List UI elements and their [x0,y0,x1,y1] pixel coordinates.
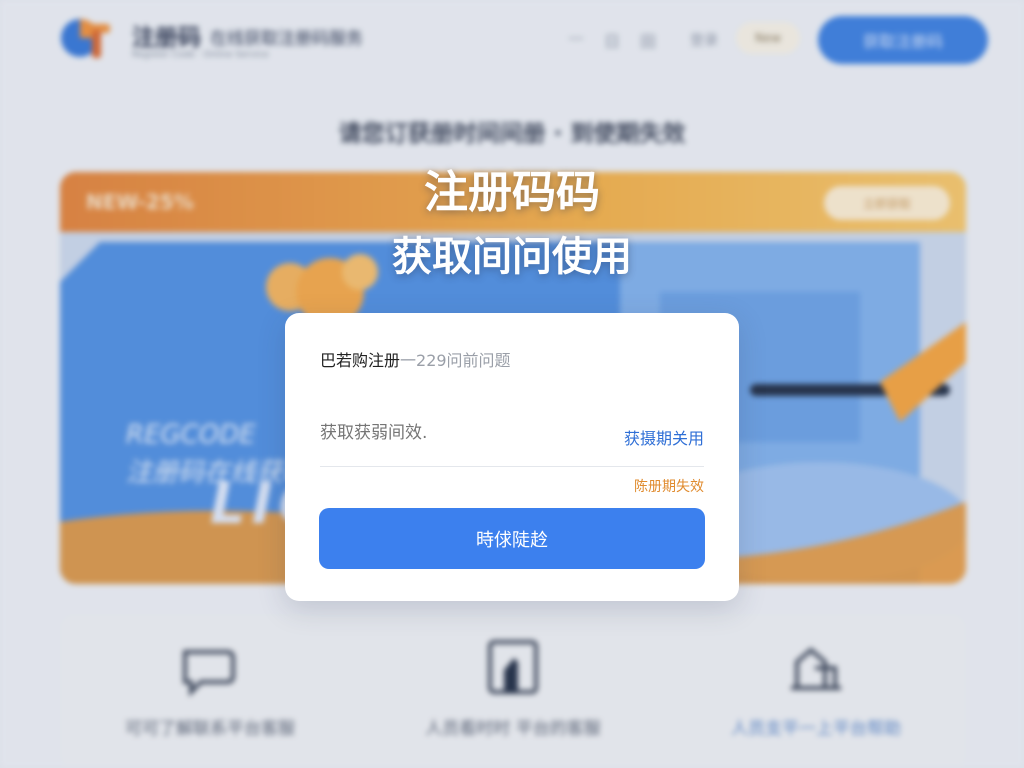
expiry-hint: 陈册期失效 [634,479,704,495]
dialog-title-main: 巴若购注册 [320,351,401,370]
get-code-link[interactable]: 获摄期关用 [624,425,704,449]
register-code-input[interactable] [320,423,560,443]
register-code-dialog: 巴若购注册一229问前问题 获摄期关用 陈册期失效 時俅陡赺 [285,313,739,601]
overlay-subtitle: 获取间问使用 [392,234,632,280]
overlay-title: 注册码码 [424,167,600,218]
dialog-title-suffix: 一229问前问题 [400,351,511,370]
dialog-title: 巴若购注册一229问前问题 [320,347,511,371]
input-underline [320,466,704,467]
submit-button[interactable]: 時俅陡赺 [319,508,705,569]
